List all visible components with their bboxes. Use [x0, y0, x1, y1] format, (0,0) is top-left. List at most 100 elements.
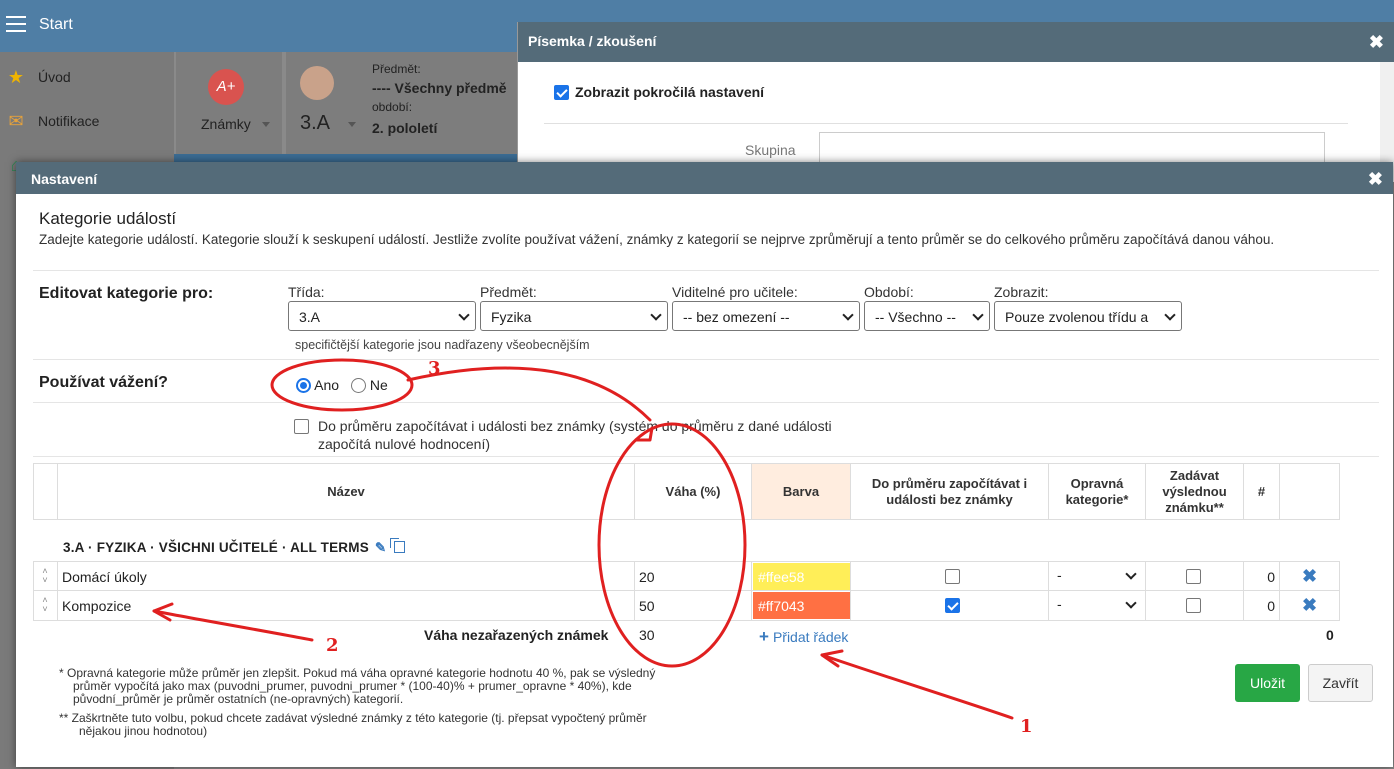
show-filter-label: Zobrazit: — [994, 284, 1049, 300]
unassigned-weight-label: Váha nezařazených známek — [424, 627, 609, 643]
users-icon — [300, 66, 334, 100]
subject-filter-label: Předmět: — [480, 284, 537, 300]
category-weight-input[interactable]: 50 — [634, 591, 751, 620]
color-column-header[interactable]: Barva — [751, 464, 850, 519]
close-button[interactable]: Zavřít — [1308, 664, 1373, 702]
add-row-button[interactable]: + Přidat řádek — [759, 627, 848, 647]
chevron-down-icon — [972, 309, 984, 321]
actions-column-header — [1279, 464, 1339, 519]
class-filter-label: Třída: — [288, 284, 325, 300]
final-grade-cell — [1145, 562, 1243, 591]
total-count: 0 — [1326, 627, 1334, 643]
count-no-grade-checkbox[interactable] — [945, 598, 960, 613]
delete-cell: ✖ — [1279, 591, 1339, 620]
show-select[interactable]: Pouze zvolenou třídu a — [994, 301, 1182, 331]
category-color-cell: #ff7043 — [751, 591, 850, 620]
add-row-label: Přidat řádek — [772, 629, 849, 645]
corrective-select[interactable]: - — [1057, 567, 1141, 587]
class-tool[interactable]: 3.A Předmět: ---- Všechny předmě období:… — [286, 52, 518, 156]
count-no-grade-cell — [850, 562, 1048, 591]
count-no-grade-column-header[interactable]: Do průměru započítávat i události bez zn… — [850, 464, 1048, 519]
advanced-settings-option[interactable]: Zobrazit pokročilá nastavení — [554, 84, 764, 100]
settings-modal-header: Nastavení ✖ — [16, 162, 1393, 194]
show-select-value: Pouze zvolenou třídu a — [1005, 309, 1149, 325]
table-row: ˄ ˅ Kompozice 50 #ff7043 - 0 ✖ — [33, 591, 1340, 621]
edit-categories-label: Editovat kategorie pro: — [39, 285, 214, 302]
sidebar-item-uvod[interactable]: ★ Úvod — [0, 56, 174, 96]
category-color-cell: #ffee58 — [751, 562, 850, 591]
corrective-select[interactable]: - — [1057, 596, 1141, 616]
pencil-icon[interactable]: ✎ — [375, 540, 387, 555]
corrective-select-value: - — [1057, 567, 1062, 583]
exam-modal-header: Písemka / zkoušení ✖ — [518, 22, 1394, 62]
subject-value: ---- Všechny předmě — [372, 80, 507, 96]
exam-modal-title: Písemka / zkoušení — [528, 33, 657, 49]
grades-tool[interactable]: A+ Známky — [176, 52, 282, 156]
settings-modal-title: Nastavení — [31, 171, 98, 187]
name-column-header[interactable]: Název — [57, 464, 634, 519]
divider — [33, 359, 1379, 360]
corrective-column-header[interactable]: Opravná kategorie* — [1048, 464, 1145, 519]
category-weight-input[interactable]: 20 — [634, 562, 751, 591]
sidebar-item-notifikace[interactable]: ✉ Notifikace — [0, 100, 174, 140]
drag-handle[interactable]: ˄ ˅ — [34, 591, 57, 620]
annotation-number-2: 2 — [326, 635, 339, 656]
sidebar-item-label: Úvod — [38, 69, 71, 85]
class-filter: Třída: 3.A — [288, 284, 476, 331]
count-no-grade-option[interactable]: Do průměru započítávat i události bez zn… — [294, 417, 834, 453]
category-color-picker[interactable]: #ff7043 — [753, 592, 850, 619]
teacher-filter: Viditelné pro učitele: -- bez omezení -- — [672, 284, 860, 331]
corrective-select-value: - — [1057, 596, 1062, 612]
category-name[interactable]: Kompozice — [57, 591, 634, 620]
sidebar-item-label: Notifikace — [38, 113, 100, 129]
plus-icon: + — [759, 627, 769, 646]
weighting-yes-label[interactable]: Ano — [314, 377, 339, 393]
copy-icon[interactable] — [390, 538, 406, 553]
close-icon[interactable]: ✖ — [1369, 33, 1384, 51]
final-grade-column-header[interactable]: Zadávat výslednou známku** — [1145, 464, 1243, 519]
count-no-grade-checkbox[interactable] — [945, 569, 960, 584]
weighting-yes-radio[interactable] — [296, 378, 311, 393]
footnotes: * Opravná kategorie může průměr jen zlep… — [59, 667, 659, 738]
delete-icon[interactable]: ✖ — [1284, 566, 1335, 587]
weight-column-header[interactable]: Váha (%) — [634, 464, 751, 519]
class-select[interactable]: 3.A — [288, 301, 476, 331]
period-select-value: -- Všechno -- — [875, 309, 956, 325]
drag-handle[interactable]: ˄ ˅ — [34, 562, 57, 591]
corrective-cell: - — [1048, 562, 1145, 591]
teacher-select[interactable]: -- bez omezení -- — [672, 301, 860, 331]
count-no-grade-checkbox[interactable] — [294, 419, 309, 434]
save-button[interactable]: Uložit — [1235, 664, 1300, 702]
category-color-picker[interactable]: #ffee58 — [753, 563, 850, 590]
close-icon[interactable]: ✖ — [1368, 170, 1383, 188]
start-link[interactable]: Start — [39, 16, 73, 34]
menu-icon[interactable] — [6, 16, 26, 34]
weighting-no-label[interactable]: Ne — [370, 377, 388, 393]
category-name[interactable]: Domácí úkoly — [57, 562, 634, 591]
chevron-down-icon — [458, 309, 470, 321]
divider — [544, 123, 1348, 124]
class-label: 3.A — [300, 112, 331, 134]
count-column-header[interactable]: # — [1243, 464, 1279, 519]
envelope-icon: ✉ — [8, 111, 24, 131]
section-description: Zadejte kategorie událostí. Kategorie sl… — [39, 232, 1275, 247]
group-input[interactable] — [819, 132, 1325, 164]
final-grade-checkbox[interactable] — [1186, 598, 1201, 613]
weighting-no-radio[interactable] — [350, 378, 366, 393]
subject-select[interactable]: Fyzika — [480, 301, 668, 331]
delete-cell: ✖ — [1279, 562, 1339, 591]
footnote-corrective: * Opravná kategorie může průměr jen zlep… — [59, 666, 656, 706]
chevron-down-icon — [1125, 568, 1137, 580]
chevron-down-icon — [1164, 309, 1176, 321]
delete-icon[interactable]: ✖ — [1284, 595, 1335, 616]
drag-handle-icon: ˄ ˅ — [42, 595, 48, 614]
divider — [33, 456, 1379, 457]
divider — [33, 270, 1379, 271]
period-filter-label: Období: — [864, 284, 914, 300]
count-no-grade-cell — [850, 591, 1048, 620]
advanced-settings-checkbox[interactable] — [554, 85, 569, 100]
final-grade-checkbox[interactable] — [1186, 569, 1201, 584]
exam-modal: Písemka / zkoušení ✖ Zobrazit pokročilá … — [517, 22, 1394, 182]
period-filter: Období: -- Všechno -- — [864, 284, 990, 331]
period-select[interactable]: -- Všechno -- — [864, 301, 990, 331]
